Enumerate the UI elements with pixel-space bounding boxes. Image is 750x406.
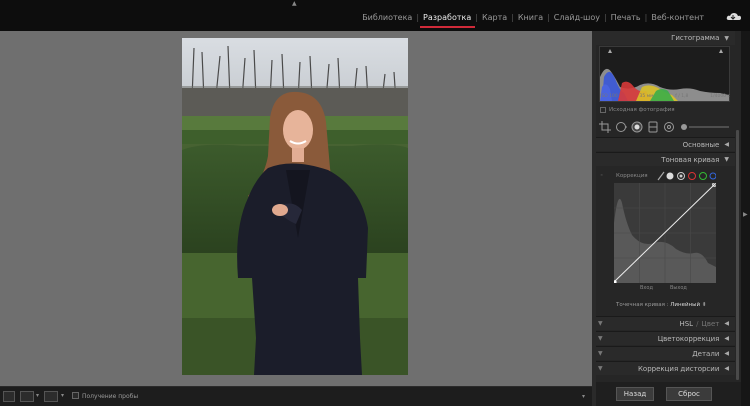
lens-corrections-section-header[interactable]: ▼ Коррекция дисторсии ◀ (596, 361, 735, 375)
target-adjustment-icon[interactable]: ◦ (600, 173, 603, 179)
reset-button[interactable]: Сброс (666, 387, 712, 401)
adjustment-brush-slider[interactable] (679, 121, 729, 133)
histogram-header[interactable]: Гистограмма ▼ (596, 31, 735, 45)
detail-section-title: Детали (692, 349, 720, 358)
module-print[interactable]: Печать (607, 13, 645, 22)
collapse-top-panel-icon[interactable]: ▲ (292, 0, 297, 7)
module-web[interactable]: Веб-контент (647, 13, 708, 22)
graduated-filter-icon[interactable] (647, 121, 659, 133)
before-after-button[interactable] (20, 391, 34, 402)
aperture-value: f / 1,8 (675, 94, 689, 99)
crop-icon[interactable] (599, 121, 611, 133)
lens-corrections-section-title: Коррекция дисторсии (637, 364, 720, 373)
histogram-title: Гистограмма (671, 34, 720, 42)
expand-icon: ◀ (724, 365, 729, 372)
collapse-right-panel-icon[interactable]: ▶ (743, 211, 748, 218)
module-map[interactable]: Карта (478, 13, 511, 22)
point-curve-selector[interactable]: Точечная кривая : Линейный ⬍ (616, 302, 706, 308)
point-curve-dropdown-icon[interactable]: ⬍ (702, 302, 707, 308)
soft-proof-label: Получение пробы (82, 393, 139, 400)
tone-curve-subheader: ◦ Коррекция (600, 171, 734, 183)
shutter-value: 1/4000 с (710, 94, 730, 99)
portrait-photo (182, 38, 408, 375)
output-axis-label: Выход (670, 285, 687, 291)
module-develop[interactable]: Разработка (419, 13, 476, 28)
basic-section-title: Основные (682, 140, 720, 149)
tone-curve-section-header[interactable]: Тоновая кривая ▼ (596, 152, 735, 166)
basic-section-header[interactable]: Основные ◀ (596, 137, 735, 151)
iso-value: ISO 100 (600, 94, 618, 99)
histogram-graph (600, 49, 729, 101)
bottom-toolbar: ▾ ▾ Получение пробы ▾ (0, 386, 592, 406)
develop-panel: Гистограмма ▼ ISO 100 35 мм f / 1,8 1/40… (596, 31, 741, 406)
expand-icon: ◀ (724, 350, 729, 357)
cloud-sync-icon[interactable] (726, 12, 742, 21)
tone-curve-section-title: Тоновая кривая (661, 155, 720, 164)
swap-settings-button[interactable] (44, 391, 58, 402)
tab-separator: / (696, 319, 699, 328)
photo-preview[interactable] (182, 38, 408, 375)
collapse-icon: ▼ (724, 156, 729, 163)
swap-dropdown-icon[interactable]: ▾ (61, 392, 64, 399)
point-curve-label: Точечная кривая : (616, 302, 669, 308)
module-bar: ▲ Библиотека | Разработка | Карта | Книг… (0, 0, 750, 31)
curve-channel-selector[interactable] (656, 171, 716, 181)
previous-button[interactable]: Назад (616, 387, 654, 401)
original-photo-label: Исходная фотография (609, 107, 675, 113)
tone-curve-plot (613, 182, 717, 284)
adjust-label: Коррекция (616, 173, 648, 179)
focal-length-value: 35 мм (639, 94, 654, 99)
module-library[interactable]: Библиотека (358, 13, 416, 22)
soft-proof-checkbox[interactable] (72, 392, 79, 399)
original-photo-toggle[interactable]: Исходная фотография (600, 107, 675, 113)
detail-section-header[interactable]: ▼ Детали ◀ (596, 346, 735, 360)
section-toggle-icon[interactable]: ▼ (598, 335, 603, 342)
before-after-dropdown-icon[interactable]: ▾ (36, 392, 39, 399)
photo-canvas[interactable] (0, 31, 592, 386)
input-axis-label: Вход (640, 285, 653, 291)
section-toggle-icon[interactable]: ▼ (598, 365, 603, 372)
section-toggle-icon[interactable]: ▼ (598, 320, 603, 327)
original-photo-checkbox[interactable] (600, 107, 606, 113)
hsl-tab[interactable]: HSL (679, 320, 693, 328)
module-slideshow[interactable]: Слайд-шоу (550, 13, 604, 22)
color-grading-section-title: Цветокоррекция (657, 334, 720, 343)
color-tab[interactable]: Цвет (701, 320, 719, 328)
tool-strip (599, 119, 733, 135)
panel-footer: Назад Сброс (596, 382, 741, 406)
point-curve-value[interactable]: Линейный (670, 302, 700, 308)
toolbar-options-icon[interactable]: ▾ (582, 393, 585, 400)
module-book[interactable]: Книга (514, 13, 547, 22)
section-toggle-icon[interactable]: ▼ (598, 350, 603, 357)
red-eye-icon[interactable] (631, 121, 643, 133)
spot-removal-icon[interactable] (615, 121, 627, 133)
color-grading-section-header[interactable]: ▼ Цветокоррекция ◀ (596, 331, 735, 345)
camera-info: ISO 100 35 мм f / 1,8 1/4000 с (600, 94, 730, 99)
expand-icon: ◀ (724, 335, 729, 342)
radial-filter-icon[interactable] (663, 121, 675, 133)
collapse-icon: ▼ (724, 34, 729, 42)
expand-icon: ◀ (724, 141, 729, 148)
hsl-section-header[interactable]: ▼ HSL / Цвет ◀ (596, 316, 735, 330)
expand-icon: ◀ (724, 320, 729, 327)
tone-curve-graph[interactable] (613, 182, 717, 284)
panel-scrollbar[interactable] (736, 130, 739, 380)
module-picker: Библиотека | Разработка | Карта | Книга … (358, 13, 708, 28)
right-panel-edge: ▶ (741, 31, 750, 406)
loupe-view-button[interactable] (3, 391, 15, 402)
